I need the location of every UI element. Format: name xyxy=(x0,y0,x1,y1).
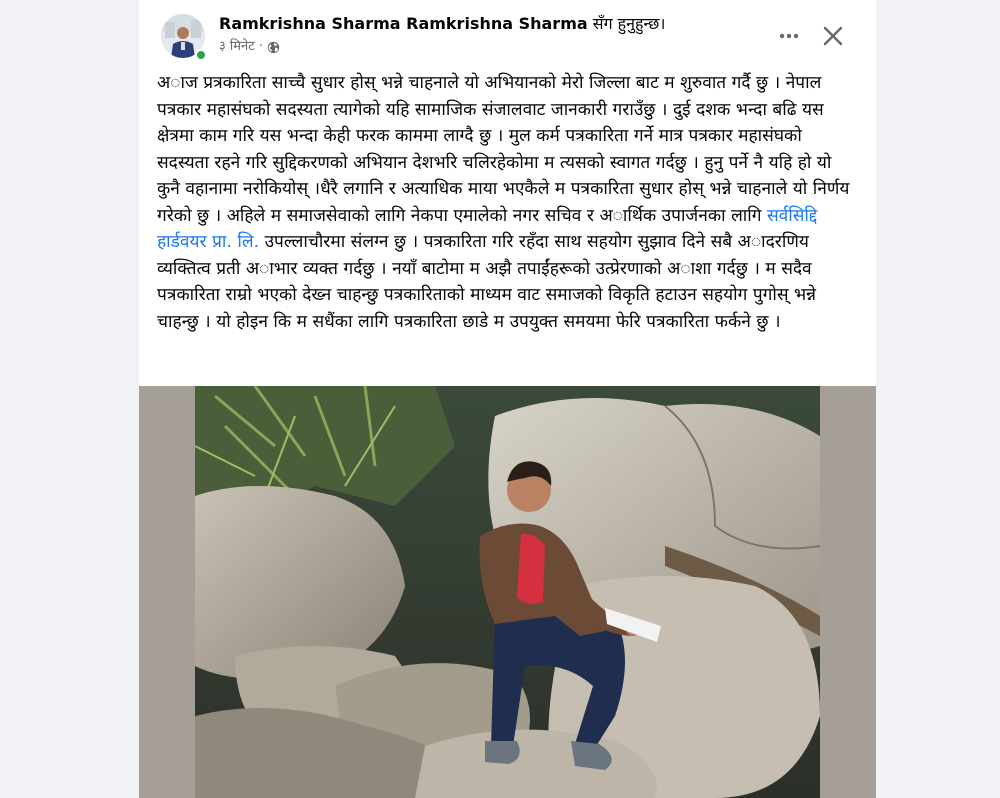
globe-icon[interactable] xyxy=(267,41,280,54)
more-horizontal-icon xyxy=(779,33,799,39)
author-line: Ramkrishna Sharma Ramkrishna Sharma सँग … xyxy=(219,13,665,35)
author-name[interactable]: Ramkrishna Sharma Ramkrishna Sharma xyxy=(219,14,588,33)
close-button[interactable] xyxy=(815,18,851,54)
post-meta: ३ मिनेट · xyxy=(219,38,280,56)
post-card: Ramkrishna Sharma Ramkrishna Sharma सँग … xyxy=(139,0,876,798)
more-options-button[interactable] xyxy=(771,18,807,54)
meta-separator: · xyxy=(258,39,263,54)
post-photo-container[interactable] xyxy=(139,386,876,798)
post-body-text-1: अाज प्रत्रकारिता साच्चै सुधार होस् भन्ने… xyxy=(157,73,850,226)
post-time[interactable]: ३ मिनेट xyxy=(219,38,255,56)
online-status-indicator xyxy=(195,49,207,61)
post-body: अाज प्रत्रकारिता साच्चै सुधार होस् भन्ने… xyxy=(157,70,857,335)
author-suffix: सँग हुनुहुन्छ। xyxy=(592,14,666,33)
post-photo[interactable] xyxy=(195,386,820,798)
post-header: Ramkrishna Sharma Ramkrishna Sharma सँग … xyxy=(139,0,876,66)
close-icon xyxy=(823,26,843,46)
